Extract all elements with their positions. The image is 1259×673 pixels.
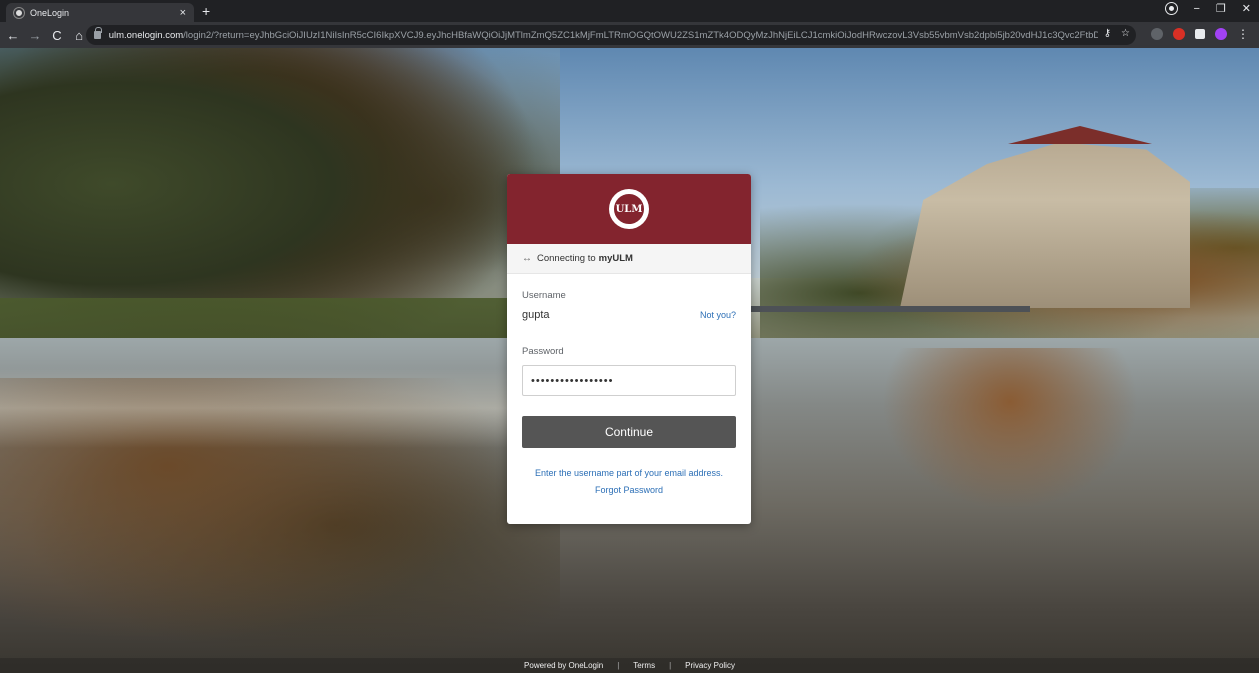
window-controls: − ❐ ✕ [1166,2,1251,15]
ulm-logo: ULM [609,189,649,229]
page-footer: Powered by OneLogin | Terms | Privacy Po… [0,658,1259,673]
connecting-banner: ↔ Connecting to myULM [507,244,751,274]
login-card-header: ULM [507,174,751,244]
password-field[interactable] [522,365,736,396]
not-you-link[interactable]: Not you? [700,310,736,320]
background-mist [0,368,560,448]
connecting-label: Connecting to [537,253,596,264]
minimize-button[interactable]: − [1193,3,1199,15]
lock-icon[interactable] [94,27,102,39]
tab-close-icon[interactable]: × [180,7,186,19]
username-value: gupta [522,309,550,321]
url-host: ulm.onelogin.com [108,29,184,41]
menu-icon[interactable]: ⋮ [1237,27,1249,41]
login-form: Username gupta Not you? Password Continu… [507,274,751,495]
extension-icon[interactable] [1151,28,1163,40]
new-tab-button[interactable]: + [202,3,210,19]
puzzle-icon[interactable] [1195,29,1205,39]
reload-button[interactable]: C [48,28,66,43]
username-hint: Enter the username part of your email ad… [534,468,724,478]
ulm-seal-icon: ULM [612,192,646,226]
close-window-button[interactable]: ✕ [1242,2,1251,15]
back-button[interactable]: ← [4,28,22,43]
omnibox-icons: ⚷ ☆ [1097,28,1130,39]
login-page-background: ULM ↔ Connecting to myULM Username gupta… [0,48,1259,673]
background-reflection-right [860,348,1160,528]
connecting-app-name: myULM [598,253,633,264]
connect-arrows-icon: ↔ [522,253,532,264]
powered-by-link[interactable]: Powered by OneLogin [524,661,603,670]
key-icon[interactable]: ⚷ [1104,28,1111,39]
logo-text: ULM [615,203,643,215]
terms-link[interactable]: Terms [633,661,655,670]
bookmark-star-icon[interactable]: ☆ [1121,28,1130,39]
extension-icon[interactable] [1173,28,1185,40]
url-path: /login2/?return=eyJhbGciOiJIUzI1NiIsInR5… [183,29,1128,41]
login-card: ULM ↔ Connecting to myULM Username gupta… [507,174,751,524]
footer-separator: | [617,661,620,670]
username-label: Username [522,290,566,301]
forward-button[interactable]: → [26,28,44,43]
address-bar[interactable]: ulm.onelogin.com /login2/?return=eyJhbGc… [86,25,1136,45]
browser-toolbar: ← → C ⌂ ulm.onelogin.com /login2/?return… [0,22,1259,48]
extension-icons: ⋮ [1151,27,1249,41]
continue-button[interactable]: Continue [522,416,736,448]
browser-tab-bar: OneLogin × + − ❐ ✕ [0,0,1259,22]
footer-separator: | [669,661,672,670]
browser-profile-icon[interactable] [1166,3,1178,14]
forgot-password-link[interactable]: Forgot Password [522,485,736,495]
background-bridge [750,306,1030,312]
privacy-policy-link[interactable]: Privacy Policy [685,661,735,670]
password-label: Password [522,346,564,357]
maximize-button[interactable]: ❐ [1216,2,1226,15]
username-row: gupta Not you? [522,309,736,321]
onelogin-favicon-icon [14,7,24,18]
browser-tab[interactable]: OneLogin × [6,3,194,22]
tab-title: OneLogin [30,7,70,18]
avatar[interactable] [1215,28,1227,40]
